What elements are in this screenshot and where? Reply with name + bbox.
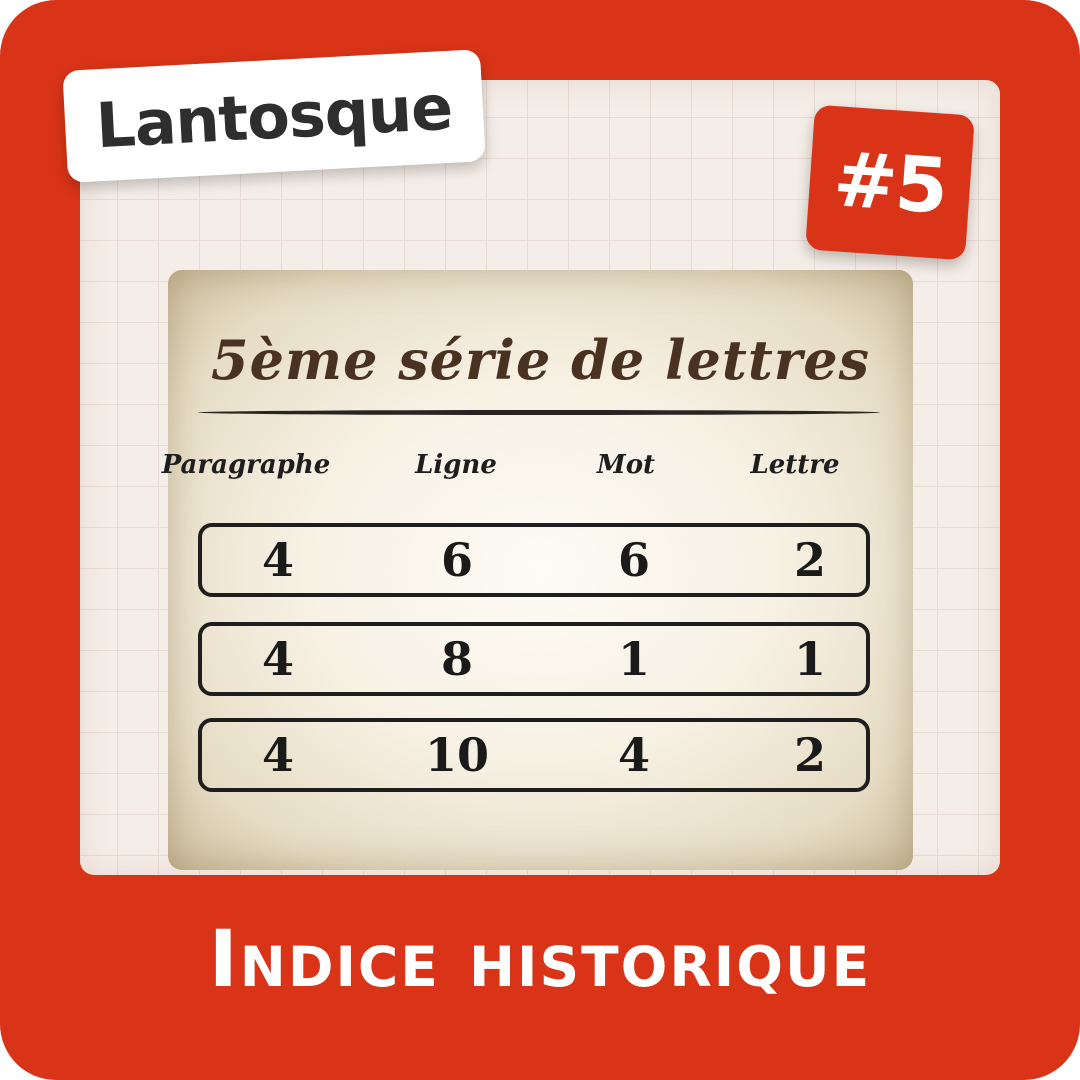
table-row: 4 8 1 1: [198, 622, 870, 696]
brand-name: Lantosque: [94, 70, 454, 162]
cell-mot: 6: [617, 533, 650, 587]
brand-tag: Lantosque: [62, 49, 486, 183]
table-row: 4 10 4 2: [198, 718, 870, 792]
cell-ligne: 6: [440, 533, 473, 587]
column-label-ligne: Ligne: [415, 450, 497, 480]
title-divider: [198, 410, 880, 415]
cell-ligne: 10: [424, 728, 489, 782]
number-badge: #5: [805, 104, 975, 261]
badge-number: #5: [830, 134, 950, 231]
cell-mot: 4: [617, 728, 650, 782]
cell-lettre: 2: [793, 533, 826, 587]
cell-paragraphe: 4: [261, 632, 294, 686]
cell-lettre: 1: [793, 632, 826, 686]
table-row: 4 6 6 2: [198, 523, 870, 597]
column-label-paragraphe: Paragraphe: [161, 450, 331, 480]
cell-mot: 1: [617, 632, 650, 686]
footer-title: Indice historique: [208, 915, 872, 1005]
red-frame: 5ème série de lettres Paragraphe Ligne M…: [0, 0, 1080, 1080]
cell-paragraphe: 4: [261, 728, 294, 782]
cell-ligne: 8: [440, 632, 473, 686]
column-label-mot: Mot: [596, 450, 656, 480]
card-title: 5ème série de lettres: [211, 328, 870, 392]
cell-lettre: 2: [793, 728, 826, 782]
cell-paragraphe: 4: [261, 533, 294, 587]
column-label-lettre: Lettre: [750, 450, 840, 480]
parchment-card: 5ème série de lettres Paragraphe Ligne M…: [162, 270, 913, 870]
